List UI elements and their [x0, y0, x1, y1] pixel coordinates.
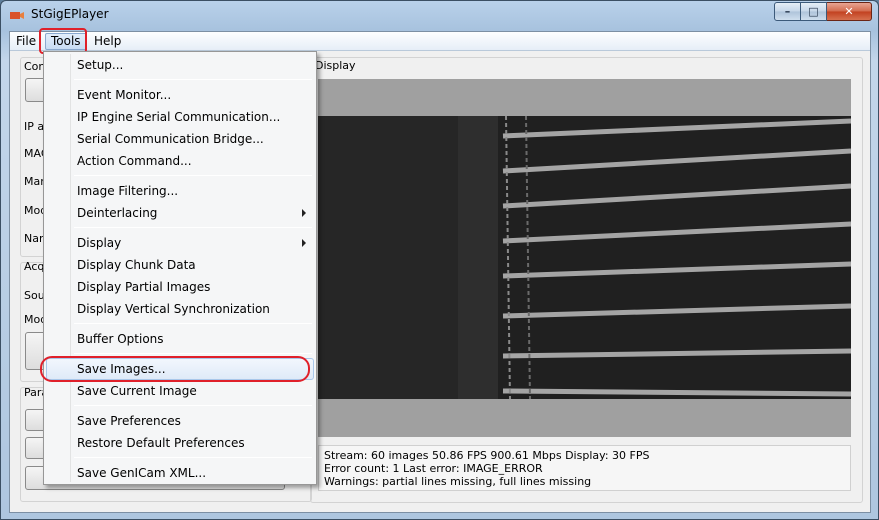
window-title: StGigEPlayer — [31, 7, 109, 21]
minimize-button[interactable]: – — [774, 2, 801, 21]
menu-file[interactable]: File — [11, 33, 41, 50]
menu-item-serial-bridge[interactable]: Serial Communication Bridge... — [46, 128, 314, 150]
menu-item-setup[interactable]: Setup... — [46, 54, 314, 76]
camera-image — [318, 116, 851, 399]
menu-item-event-monitor[interactable]: Event Monitor... — [46, 84, 314, 106]
submenu-arrow-icon — [302, 209, 306, 217]
menu-item-image-filtering[interactable]: Image Filtering... — [46, 180, 314, 202]
menu-item-display-chunk-data[interactable]: Display Chunk Data — [46, 254, 314, 276]
maximize-icon: □ — [808, 5, 819, 18]
menu-item-save-current-image[interactable]: Save Current Image — [46, 380, 314, 402]
status-errors: Error count: 1 Last error: IMAGE_ERROR — [324, 462, 543, 475]
menu-separator — [74, 457, 312, 458]
menu-item-display-partial-images[interactable]: Display Partial Images — [46, 276, 314, 298]
menu-item-save-genicam-xml[interactable]: Save GenICam XML... — [46, 462, 314, 484]
app-icon — [10, 12, 24, 19]
image-display[interactable] — [318, 79, 851, 437]
menu-item-ip-engine-serial[interactable]: IP Engine Serial Communication... — [46, 106, 314, 128]
menu-item-display-vertical-sync[interactable]: Display Vertical Synchronization — [46, 298, 314, 320]
title-bar[interactable]: StGigEPlayer – □ ✕ — [1, 1, 878, 29]
menu-separator — [74, 175, 312, 176]
source-label: Sou — [24, 289, 45, 302]
menu-separator — [74, 227, 312, 228]
menu-separator — [74, 405, 312, 406]
status-stream: Stream: 60 images 50.86 FPS 900.61 Mbps … — [324, 449, 650, 462]
menu-bar: File Tools Help — [10, 32, 870, 51]
status-warnings: Warnings: partial lines missing, full li… — [324, 475, 592, 488]
menu-item-action-command[interactable]: Action Command... — [46, 150, 314, 172]
tools-dropdown-menu: Setup... Event Monitor... IP Engine Seri… — [43, 51, 317, 485]
minimize-icon: – — [784, 5, 791, 18]
menu-help[interactable]: Help — [89, 33, 126, 50]
ip-address-label: IP a — [24, 120, 45, 133]
menu-item-display[interactable]: Display — [46, 232, 314, 254]
acquisition-group-label: Acq — [24, 260, 45, 273]
menu-separator — [74, 323, 312, 324]
menu-item-save-preferences[interactable]: Save Preferences — [46, 410, 314, 432]
menu-item-deinterlacing[interactable]: Deinterlacing — [46, 202, 314, 224]
maximize-button[interactable]: □ — [801, 2, 827, 21]
client-area: File Tools Help Con IP a MAC Man Mod Nam… — [9, 28, 871, 513]
menu-separator — [74, 79, 312, 80]
status-box: Stream: 60 images 50.86 FPS 900.61 Mbps … — [318, 445, 851, 491]
menu-item-buffer-options[interactable]: Buffer Options — [46, 328, 314, 350]
menu-item-restore-default-preferences[interactable]: Restore Default Preferences — [46, 432, 314, 454]
display-group-label: Display — [313, 59, 358, 72]
menu-separator — [74, 353, 312, 354]
close-button[interactable]: ✕ — [827, 2, 872, 21]
app-window: StGigEPlayer – □ ✕ File Tools Help Con I… — [0, 0, 879, 520]
submenu-arrow-icon — [302, 239, 306, 247]
close-icon: ✕ — [844, 5, 854, 18]
save-images-highlight-ring — [40, 356, 310, 382]
